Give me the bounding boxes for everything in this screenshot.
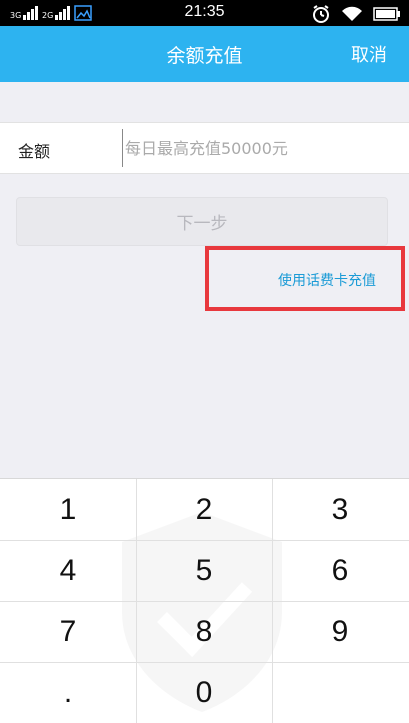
battery-icon bbox=[373, 7, 400, 21]
key-4[interactable]: 4 bbox=[0, 540, 136, 601]
key-5[interactable]: 5 bbox=[136, 540, 272, 601]
amount-label: 金额 bbox=[18, 142, 51, 161]
amount-row: 金额 bbox=[0, 122, 409, 174]
key-7[interactable]: 7 bbox=[0, 601, 136, 662]
next-step-button[interactable]: 下一步 bbox=[16, 197, 388, 246]
app-header: 余额充值 取消 bbox=[0, 26, 409, 82]
amount-input[interactable] bbox=[122, 129, 392, 167]
key-3[interactable]: 3 bbox=[272, 479, 408, 540]
key-6[interactable]: 6 bbox=[272, 540, 408, 601]
key-delete[interactable] bbox=[272, 662, 408, 723]
cancel-button[interactable]: 取消 bbox=[351, 41, 387, 67]
key-9[interactable]: 9 bbox=[272, 601, 408, 662]
status-bar: 3G 2G 21:35 bbox=[0, 0, 409, 26]
page-title: 余额充值 bbox=[166, 45, 243, 67]
wifi-icon bbox=[342, 6, 362, 21]
phone-card-recharge-link[interactable]: 使用话费卡充值 bbox=[278, 270, 376, 290]
key-8[interactable]: 8 bbox=[136, 601, 272, 662]
key-0[interactable]: 0 bbox=[136, 662, 272, 723]
alarm-icon bbox=[313, 5, 329, 23]
key-1[interactable]: 1 bbox=[0, 479, 136, 540]
numeric-keypad: 1 2 3 4 5 6 7 8 9 . 0 bbox=[0, 478, 409, 723]
key-2[interactable]: 2 bbox=[136, 479, 272, 540]
key-decimal[interactable]: . bbox=[0, 662, 136, 723]
